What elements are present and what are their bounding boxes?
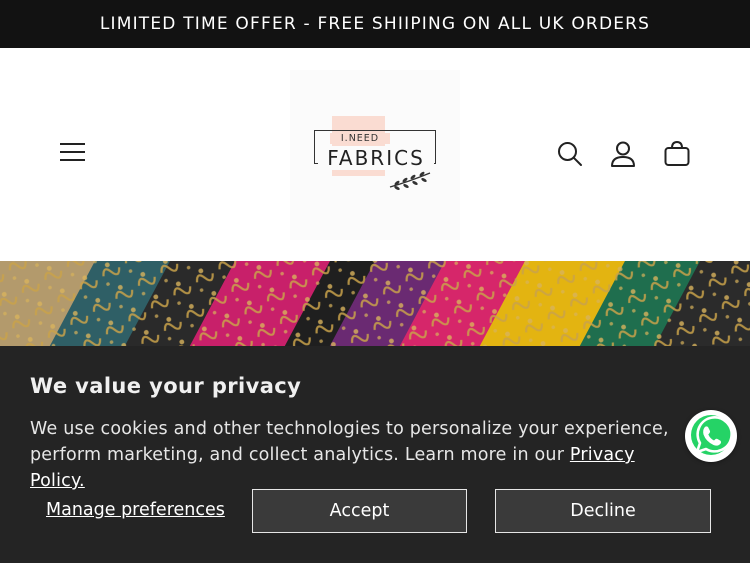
cart-icon[interactable] xyxy=(663,140,691,168)
announcement-text: LIMITED TIME OFFER - FREE SHIIPING ON AL… xyxy=(99,14,651,34)
announcement-bar: LIMITED TIME OFFER - FREE SHIIPING ON AL… xyxy=(0,0,750,48)
hero-fabric-image xyxy=(0,261,750,346)
decline-button[interactable]: Decline xyxy=(495,489,711,533)
site-header: I.NEED FABRICS xyxy=(0,48,750,261)
search-icon[interactable] xyxy=(556,140,584,168)
accept-button[interactable]: Accept xyxy=(252,489,467,533)
consent-body: We use cookies and other technologies to… xyxy=(30,416,690,494)
whatsapp-button[interactable] xyxy=(685,410,737,462)
fabric-image xyxy=(0,261,750,346)
branch-icon xyxy=(389,171,431,190)
cookie-consent-banner: We value your privacy We use cookies and… xyxy=(0,346,750,563)
consent-title: We value your privacy xyxy=(30,374,302,398)
logo-line2: FABRICS xyxy=(318,146,434,170)
logo-line1: I.NEED xyxy=(330,133,390,144)
account-icon[interactable] xyxy=(609,140,637,168)
whatsapp-icon xyxy=(691,415,733,455)
manage-preferences-link[interactable]: Manage preferences xyxy=(46,500,225,520)
site-logo[interactable]: I.NEED FABRICS xyxy=(290,70,460,240)
menu-icon[interactable] xyxy=(57,136,89,168)
